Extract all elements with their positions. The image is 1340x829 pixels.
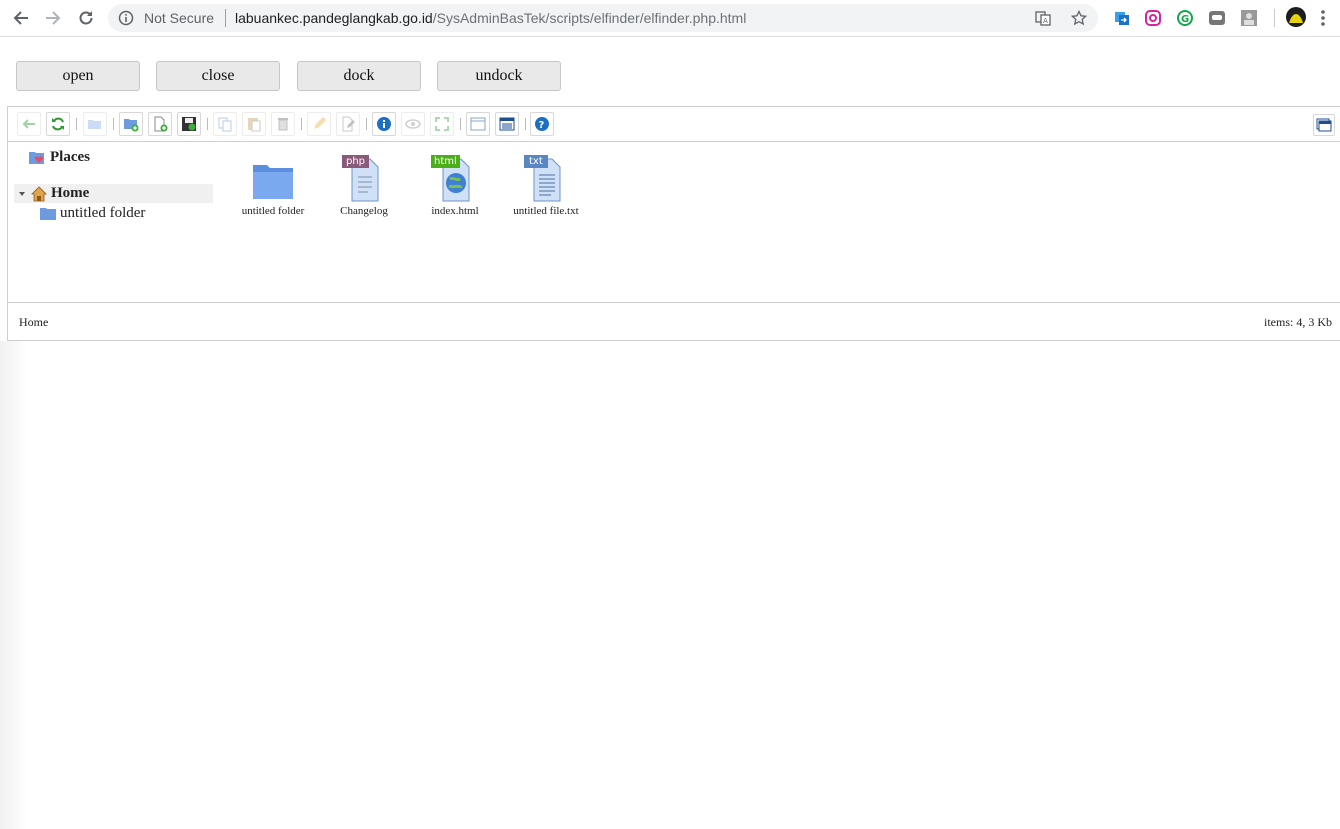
rename-icon[interactable] <box>307 112 331 136</box>
folder-icon <box>249 155 297 203</box>
browser-toolbar: Not Secure labuankec.pandeglangkab.go.id… <box>0 0 1340 37</box>
toolbar-separator <box>76 118 77 130</box>
grammarly-icon[interactable]: G <box>1175 8 1195 28</box>
forward-icon[interactable] <box>40 5 66 31</box>
dock-button[interactable]: dock <box>297 61 421 91</box>
reload-icon[interactable] <box>46 112 70 136</box>
places-icon <box>29 151 44 164</box>
omnibox-divider <box>225 9 226 27</box>
delete-icon[interactable] <box>271 112 295 136</box>
file-manager: ? Places Home untitled folder untitled f… <box>7 106 1340 341</box>
info-icon[interactable] <box>118 10 134 26</box>
toolbar-divider <box>1274 9 1275 27</box>
file-item-php[interactable]: php Changelog <box>318 155 410 217</box>
upload-icon[interactable] <box>177 112 201 136</box>
new-file-icon[interactable] <box>148 112 172 136</box>
file-item-html[interactable]: html index.html <box>409 155 501 217</box>
new-folder-icon[interactable] <box>119 112 143 136</box>
svg-text:G: G <box>1181 14 1189 25</box>
menu-icon[interactable] <box>1313 8 1333 28</box>
toolbar-separator <box>525 118 526 130</box>
open-button[interactable]: open <box>16 61 140 91</box>
security-label: Not Secure <box>144 10 215 26</box>
html-file-icon: html <box>431 155 479 203</box>
paste-icon[interactable] <box>242 112 266 136</box>
file-badge: html <box>431 155 460 168</box>
folder-icon <box>40 207 56 220</box>
file-item-folder[interactable]: untitled folder <box>227 155 319 217</box>
profile-extension-icon[interactable] <box>1239 8 1259 28</box>
url-text[interactable]: labuankec.pandeglangkab.go.id/SysAdminBa… <box>235 10 746 26</box>
address-bar[interactable]: Not Secure labuankec.pandeglangkab.go.id… <box>108 4 1098 32</box>
file-name: untitled file.txt <box>513 205 579 217</box>
file-name: index.html <box>431 205 479 217</box>
open-folder-icon[interactable] <box>83 112 107 136</box>
toolbar-separator <box>113 118 114 130</box>
navigation-tree: Places Home untitled folder <box>8 143 223 301</box>
file-name: Changelog <box>340 205 388 217</box>
translate-icon[interactable]: A <box>1035 10 1051 26</box>
fullscreen-icon[interactable] <box>1313 114 1335 136</box>
star-icon[interactable] <box>1070 9 1088 26</box>
home-label: Home <box>51 185 90 201</box>
tree-item-label: untitled folder <box>60 205 146 221</box>
file-manager-toolbar: ? <box>8 107 1340 142</box>
undock-button[interactable]: undock <box>437 61 561 91</box>
back-icon[interactable] <box>8 5 34 31</box>
avatar[interactable] <box>1285 6 1307 28</box>
toolbar-separator <box>366 118 367 130</box>
status-size: items: 4, 3 Kb <box>1264 315 1332 329</box>
page-edge-shadow <box>0 341 28 829</box>
php-file-icon: php <box>340 155 388 203</box>
list-view-icon[interactable] <box>495 112 519 136</box>
svg-text:?: ? <box>539 120 545 131</box>
toolbar-separator <box>460 118 461 130</box>
reload-icon[interactable] <box>73 5 99 31</box>
tree-home[interactable]: Home <box>14 184 213 203</box>
toolbar-separator <box>207 118 208 130</box>
edit-icon[interactable] <box>336 112 360 136</box>
extension-icon[interactable] <box>1112 8 1132 28</box>
home-icon <box>31 185 47 201</box>
status-bar: Home items: 4, 3 Kb <box>8 302 1340 341</box>
chevron-down-icon[interactable] <box>17 189 27 199</box>
file-badge: php <box>342 155 370 168</box>
places-root[interactable]: Places <box>28 149 90 166</box>
toolbar-separator <box>301 118 302 130</box>
file-area: untitled folder php Changelog html index… <box>230 143 1330 301</box>
tree-item-untitled-folder[interactable]: untitled folder <box>40 205 145 222</box>
help-icon[interactable]: ? <box>530 112 554 136</box>
status-path[interactable]: Home <box>19 315 48 330</box>
url-host: labuankec.pandeglangkab.go.id <box>235 10 433 26</box>
places-label: Places <box>50 149 90 165</box>
text-file-icon: txt <box>522 155 570 203</box>
info-icon[interactable] <box>372 112 396 136</box>
url-path: /SysAdminBasTek/scripts/elfinder/elfinde… <box>432 10 747 26</box>
back-icon[interactable] <box>17 112 41 136</box>
icons-view-icon[interactable] <box>466 112 490 136</box>
copy-icon[interactable] <box>213 112 237 136</box>
file-name: untitled folder <box>241 205 305 217</box>
instagram-icon[interactable] <box>1143 8 1163 28</box>
resize-icon[interactable] <box>430 112 454 136</box>
file-badge: txt <box>524 155 548 168</box>
file-item-txt[interactable]: txt untitled file.txt <box>500 155 592 217</box>
line-icon[interactable] <box>1207 8 1227 28</box>
close-button[interactable]: close <box>156 61 280 91</box>
svg-text:A: A <box>1043 17 1048 25</box>
quicklook-icon[interactable] <box>401 112 425 136</box>
